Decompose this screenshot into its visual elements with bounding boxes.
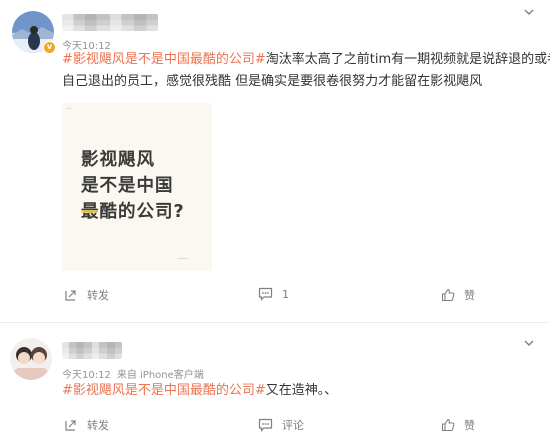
repost-label: 转发 [87,419,109,432]
topic-link[interactable]: #影视飓风是不是中国最酷的公司# [62,383,266,398]
post-text-line-1: #影视飓风是不是中国最酷的公司#又在造神。、 [62,380,337,402]
like-label: 赞 [464,419,475,432]
weibo-post-2: 今天10:12 来自 iPhone客户端 #影视飓风是不是中国最酷的公司#又在造神… [0,322,550,438]
comment-button[interactable]: 1 [258,287,289,301]
like-label: 赞 [464,289,475,302]
comment-count: 1 [282,287,289,301]
post-text-line-2: 自己退出的员工，感觉很残酷 但是确实是要很卷很努力才能留在影视飓风 [62,74,483,89]
like-button[interactable]: 赞 [441,417,475,433]
post-text: 淘汰率太高了之前tim有一期视频就是说辞退的或者是 [265,52,550,67]
repost-icon [65,420,76,431]
username-blurred[interactable] [62,342,122,359]
like-button[interactable]: 赞 [441,287,475,303]
repost-button[interactable]: 转发 [64,417,109,433]
post-meta: 今天10:12 来自 iPhone客户端 [62,366,204,381]
repost-button[interactable]: 转发 [64,287,109,303]
comment-icon [258,418,273,432]
topic-link[interactable]: #影视飓风是不是中国最酷的公司# [62,52,266,67]
like-icon [441,418,455,432]
card-text: 影视飓风 是不是中国 最酷的公司? [81,147,185,225]
verified-badge-icon: v [43,41,56,54]
user-avatar[interactable] [10,338,52,380]
weibo-post-1: v 今天10:12 #影视飓风是不是中国最酷的公司#淘汰率太高了之前tim有一期… [0,0,550,322]
card-decoration [66,108,72,109]
more-chevron-icon[interactable] [522,4,536,18]
more-chevron-icon[interactable] [522,335,536,349]
card-highlight [81,210,97,213]
comment-icon [258,287,273,301]
like-icon [441,288,455,302]
card-text-line: 是不是中国 [81,176,174,196]
comment-button[interactable]: 评论 [258,417,304,433]
repost-icon [65,290,76,301]
post-content: #影视飓风是不是中国最酷的公司#淘汰率太高了之前tim有一期视频就是说辞退的或者… [62,49,550,93]
post-content: #影视飓风是不是中国最酷的公司#又在造神。、 [62,380,337,402]
repost-label: 转发 [87,289,109,302]
post-image[interactable]: 影视飓风 是不是中国 最酷的公司? [62,103,212,271]
comment-label: 评论 [282,419,304,432]
post-text: 又在造神。、 [265,383,338,398]
post-text-line-1: #影视飓风是不是中国最酷的公司#淘汰率太高了之前tim有一期视频就是说辞退的或者… [62,49,550,71]
card-text-line: 影视飓风 [81,150,155,170]
username-blurred[interactable] [62,14,158,31]
card-decoration [178,258,188,259]
